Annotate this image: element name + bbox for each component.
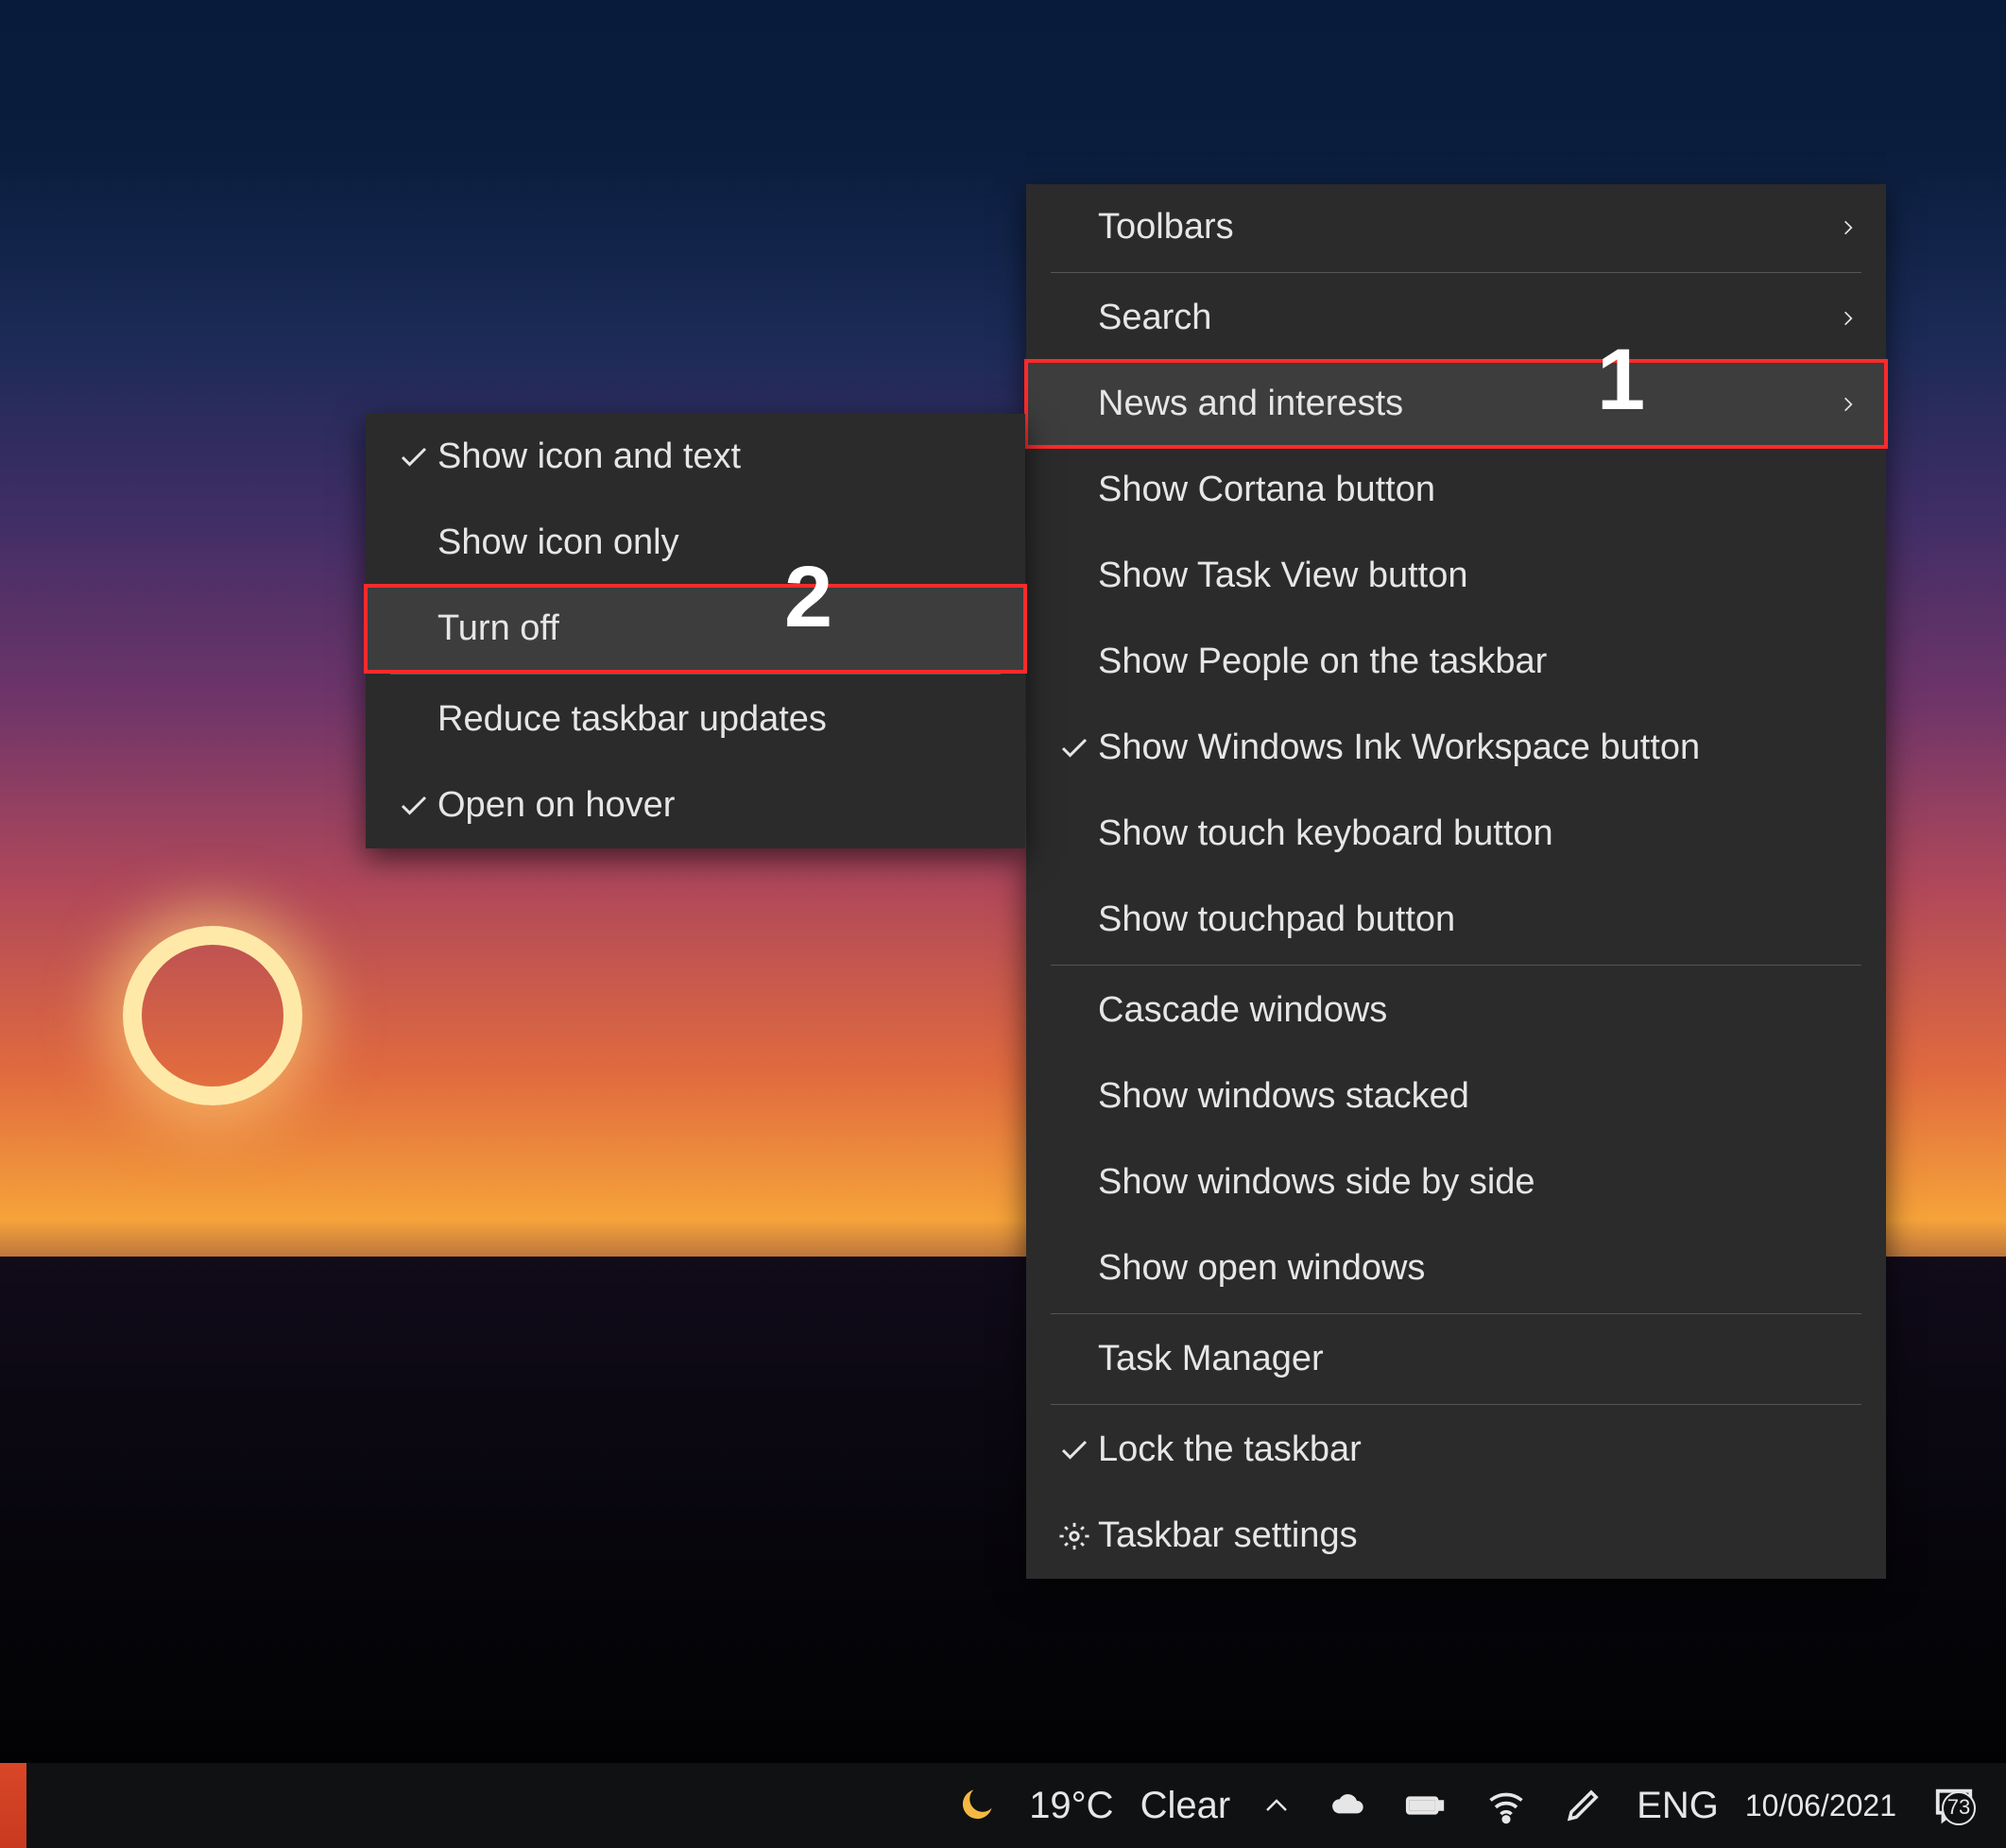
menu-item-label: Task Manager (1098, 1339, 1858, 1379)
submenu-item-open-on-hover[interactable]: Open on hover (366, 762, 1025, 848)
desktop: Toolbars Search News and interests Show … (0, 0, 2006, 1848)
menu-item-label: Show Task View button (1098, 556, 1858, 596)
checkmark-icon (390, 789, 437, 823)
menu-item-label: Show People on the taskbar (1098, 642, 1858, 682)
action-center-icon[interactable]: 73 (1910, 1763, 1998, 1848)
menu-item-show-touch-keyboard[interactable]: Show touch keyboard button (1026, 791, 1886, 877)
submenu-item-turn-off[interactable]: Turn off (366, 586, 1025, 672)
menu-item-show-cortana[interactable]: Show Cortana button (1026, 447, 1886, 533)
submenu-item-label: Turn off (437, 608, 997, 649)
menu-separator (390, 674, 1001, 675)
taskbar[interactable]: 19°C Clear ENG 10/06/2021 73 (0, 1763, 2006, 1848)
wallpaper-sun (123, 926, 302, 1105)
checkmark-icon (390, 440, 437, 474)
tray-expand-icon[interactable] (1243, 1763, 1310, 1848)
menu-item-side-by-side[interactable]: Show windows side by side (1026, 1139, 1886, 1225)
menu-item-stacked[interactable]: Show windows stacked (1026, 1053, 1886, 1139)
menu-separator (1051, 272, 1861, 273)
menu-item-label: Search (1098, 298, 1829, 338)
submenu-item-label: Open on hover (437, 785, 997, 826)
notification-count: 73 (1942, 1791, 1976, 1825)
submenu-item-label: Show icon only (437, 522, 997, 563)
clock-date[interactable]: 10/06/2021 (1732, 1788, 1910, 1823)
chevron-right-icon (1829, 218, 1858, 237)
menu-item-label: Show touchpad button (1098, 899, 1858, 940)
submenu-item-label: Show icon and text (437, 436, 997, 477)
menu-item-show-task-view[interactable]: Show Task View button (1026, 533, 1886, 619)
news-interests-submenu: Show icon and text Show icon only Turn o… (366, 414, 1025, 848)
checkmark-icon (1051, 731, 1098, 765)
menu-item-cascade[interactable]: Cascade windows (1026, 967, 1886, 1053)
ink-workspace-icon[interactable] (1546, 1763, 1623, 1848)
menu-separator (1051, 1313, 1861, 1314)
taskbar-app-icon[interactable] (0, 1763, 26, 1848)
menu-item-label: Show windows side by side (1098, 1162, 1858, 1203)
menu-item-label: Show touch keyboard button (1098, 813, 1858, 854)
menu-item-taskbar-settings[interactable]: Taskbar settings (1026, 1493, 1886, 1579)
menu-item-label: Taskbar settings (1098, 1515, 1858, 1556)
submenu-item-reduce-updates[interactable]: Reduce taskbar updates (366, 676, 1025, 762)
menu-item-toolbars[interactable]: Toolbars (1026, 184, 1886, 270)
menu-item-show-touchpad[interactable]: Show touchpad button (1026, 877, 1886, 963)
submenu-item-show-icon-only[interactable]: Show icon only (366, 500, 1025, 586)
menu-item-show-open[interactable]: Show open windows (1026, 1225, 1886, 1311)
menu-item-label: Show Windows Ink Workspace button (1098, 727, 1858, 768)
menu-item-label: Cascade windows (1098, 990, 1858, 1031)
wifi-icon[interactable] (1466, 1763, 1546, 1848)
taskbar-context-menu: Toolbars Search News and interests Show … (1026, 184, 1886, 1579)
menu-item-lock-taskbar[interactable]: Lock the taskbar (1026, 1407, 1886, 1493)
menu-item-show-people[interactable]: Show People on the taskbar (1026, 619, 1886, 705)
battery-icon[interactable] (1385, 1763, 1466, 1848)
weather-moon-icon[interactable] (936, 1763, 1016, 1848)
submenu-item-label: Reduce taskbar updates (437, 699, 997, 740)
weather-temperature[interactable]: 19°C (1016, 1785, 1126, 1827)
gear-icon (1051, 1520, 1098, 1552)
menu-item-news-interests[interactable]: News and interests (1026, 361, 1886, 447)
menu-item-show-ink[interactable]: Show Windows Ink Workspace button (1026, 705, 1886, 791)
menu-separator (1051, 965, 1861, 966)
chevron-right-icon (1829, 395, 1858, 414)
menu-item-label: News and interests (1098, 384, 1829, 424)
menu-item-search[interactable]: Search (1026, 275, 1886, 361)
weather-condition[interactable]: Clear (1127, 1785, 1244, 1827)
language-indicator[interactable]: ENG (1623, 1785, 1732, 1827)
submenu-item-show-icon-text[interactable]: Show icon and text (366, 414, 1025, 500)
menu-separator (1051, 1404, 1861, 1405)
menu-item-label: Toolbars (1098, 207, 1829, 248)
chevron-right-icon (1829, 309, 1858, 328)
menu-item-task-manager[interactable]: Task Manager (1026, 1316, 1886, 1402)
onedrive-icon[interactable] (1310, 1763, 1385, 1848)
menu-item-label: Lock the taskbar (1098, 1429, 1858, 1470)
checkmark-icon (1051, 1433, 1098, 1467)
menu-item-label: Show windows stacked (1098, 1076, 1858, 1117)
menu-item-label: Show open windows (1098, 1248, 1858, 1289)
menu-item-label: Show Cortana button (1098, 470, 1858, 510)
